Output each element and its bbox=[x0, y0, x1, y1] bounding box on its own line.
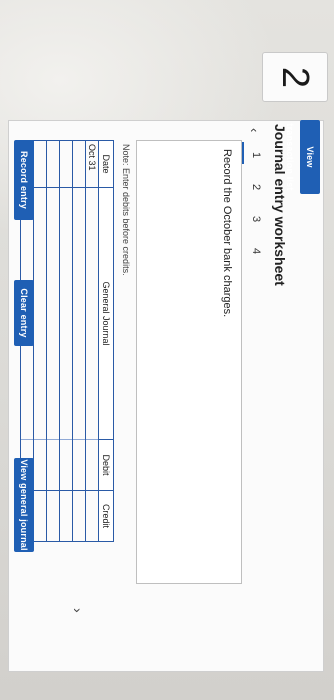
credit-cell[interactable] bbox=[72, 490, 86, 542]
table-row bbox=[46, 140, 60, 542]
table-row bbox=[59, 140, 73, 542]
active-tab-indicator bbox=[242, 142, 244, 164]
date-cell bbox=[72, 140, 86, 188]
account-cell[interactable] bbox=[72, 187, 86, 440]
table-row bbox=[72, 140, 86, 542]
worksheet-content: View transaction list Journal entry work… bbox=[8, 120, 322, 670]
credit-cell[interactable] bbox=[46, 490, 60, 542]
account-cell[interactable] bbox=[46, 187, 60, 440]
account-cell[interactable] bbox=[59, 187, 73, 440]
tab-4[interactable]: 4 bbox=[250, 248, 262, 254]
account-cell[interactable] bbox=[33, 187, 47, 440]
debit-cell[interactable] bbox=[46, 439, 60, 491]
instruction-box: Record the October bank charges. bbox=[136, 140, 242, 584]
debit-cell[interactable] bbox=[59, 439, 73, 491]
view-general-journal-button[interactable]: View general journal bbox=[14, 458, 34, 552]
worksheet-title: Journal entry worksheet bbox=[272, 124, 288, 286]
chevron-left-icon[interactable]: ‹ bbox=[247, 128, 262, 132]
column-header-date: Date bbox=[98, 140, 114, 188]
date-cell bbox=[46, 140, 60, 188]
debit-cell[interactable] bbox=[33, 439, 47, 491]
date-cell: Oct 31 bbox=[85, 140, 99, 188]
table-row: Oct 31 bbox=[85, 140, 99, 542]
column-header-credit: Credit bbox=[98, 490, 114, 542]
tab-3[interactable]: 3 bbox=[250, 216, 262, 222]
question-number-box: 2 bbox=[262, 52, 328, 102]
column-header-debit: Debit bbox=[98, 439, 114, 491]
column-header-general-journal: General Journal bbox=[98, 187, 114, 440]
credit-cell[interactable] bbox=[59, 490, 73, 542]
credit-cell[interactable] bbox=[85, 490, 99, 542]
table-row bbox=[33, 140, 47, 542]
view-transaction-list-button[interactable]: View transaction list bbox=[285, 120, 320, 194]
record-entry-button[interactable]: Record entry bbox=[14, 140, 34, 220]
chevron-right-icon[interactable]: › bbox=[70, 608, 86, 613]
tab-2[interactable]: 2 bbox=[250, 184, 262, 190]
date-cell bbox=[59, 140, 73, 188]
instruction-text: Record the October bank charges. bbox=[221, 149, 233, 318]
debit-cell[interactable] bbox=[85, 439, 99, 491]
question-number: 2 bbox=[274, 66, 317, 88]
note-text: Note: Enter debits before credits. bbox=[121, 144, 131, 276]
debit-cell[interactable] bbox=[72, 439, 86, 491]
tab-1[interactable]: 1 bbox=[250, 152, 262, 158]
table-header-row: Date General Journal Debit Credit bbox=[98, 140, 114, 542]
journal-table: Date General Journal Debit Credit Oct 31 bbox=[20, 140, 114, 542]
credit-cell[interactable] bbox=[33, 490, 47, 542]
account-cell[interactable] bbox=[85, 187, 99, 440]
date-cell bbox=[33, 140, 47, 188]
clear-entry-button[interactable]: Clear entry bbox=[14, 280, 34, 346]
